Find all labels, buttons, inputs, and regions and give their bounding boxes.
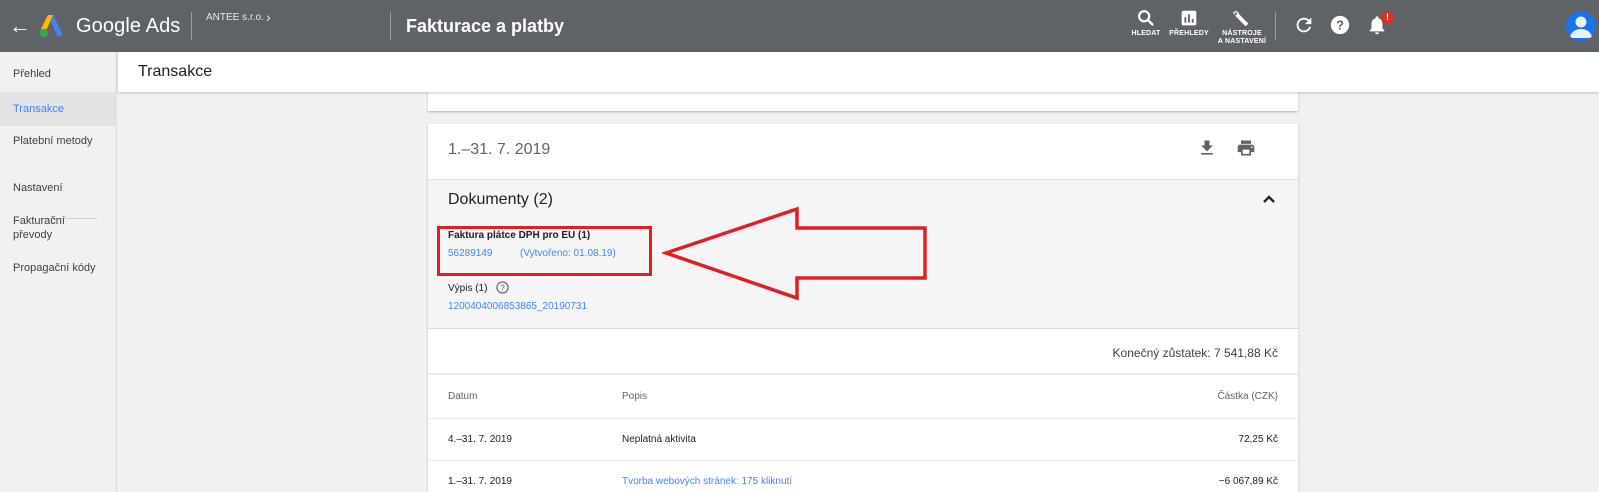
ending-balance: Konečný zůstatek: 7 541,88 Kč [1112, 346, 1278, 360]
table-header: Datum Popis Částka (CZK) [428, 375, 1298, 419]
column-header-description[interactable]: Popis [622, 391, 647, 403]
statement-period: 1.–31. 7. 2019 [448, 141, 551, 158]
documents-title[interactable]: Dokumenty (2) [448, 189, 553, 211]
statement-label: Výpis (1) [448, 283, 488, 294]
svg-text:?: ? [500, 282, 505, 292]
sidebar: Přehled Transakce Platební metody Nastav… [0, 52, 117, 492]
tools-label-line1: NÁSTROJE [1222, 30, 1262, 37]
row-date: 4.–31. 7. 2019 [448, 434, 512, 445]
row-date: 1.–31. 7. 2019 [448, 476, 512, 487]
row-amount: 72,25 Kč [1238, 434, 1278, 445]
search-button[interactable]: HLEDAT [1124, 8, 1168, 38]
search-label: HLEDAT [1131, 30, 1161, 37]
sidebar-item-promo-codes[interactable]: Propagační kódy [0, 261, 117, 275]
statement-card: 1.–31. 7. 2019 Dokumenty (2) Faktura plá… [428, 124, 1298, 492]
avatar[interactable] [1566, 11, 1596, 41]
annotation-highlight-box [437, 226, 652, 276]
sidebar-item-billing-transfers[interactable]: Fakturační převody [0, 214, 117, 242]
print-icon[interactable] [1236, 138, 1256, 158]
svg-text:?: ? [1336, 18, 1344, 33]
row-amount: −6 067,89 Kč [1218, 476, 1278, 487]
search-icon [1138, 10, 1154, 26]
sidebar-item-transactions[interactable]: Transakce [0, 92, 117, 126]
header-divider [390, 12, 391, 40]
annotation-arrow [662, 206, 927, 301]
wrench-icon [1232, 9, 1249, 27]
tools-label-line2: A NASTAVENÍ [1217, 38, 1267, 45]
section-title: Transakce [138, 63, 213, 80]
back-arrow-icon[interactable]: ← [8, 12, 32, 40]
row-description-link[interactable]: Tvorba webových stránek: 175 kliknutí [622, 476, 792, 488]
brand-name[interactable]: Google Ads [76, 13, 180, 39]
table-row: 1.–31. 7. 2019 Tvorba webových stránek: … [428, 461, 1298, 492]
ending-balance-row: Konečný zůstatek: 7 541,88 Kč [428, 329, 1298, 375]
chevron-up-icon[interactable] [1262, 194, 1276, 204]
refresh-icon[interactable] [1293, 14, 1315, 36]
subheader: Transakce [118, 52, 1599, 92]
top-app-bar: ← Google Ads ANTEE s.r.o. › Fakturace a … [0, 0, 1599, 52]
sidebar-item-settings[interactable]: Nastavení [0, 181, 117, 195]
reports-icon [1181, 10, 1197, 26]
column-header-date[interactable]: Datum [448, 391, 477, 403]
header-divider [1275, 12, 1276, 40]
column-header-amount[interactable]: Částka (CZK) [1217, 391, 1278, 403]
google-ads-logo[interactable] [38, 13, 66, 39]
sidebar-item-overview[interactable]: Přehled [0, 67, 117, 81]
download-icon[interactable] [1197, 138, 1217, 158]
sidebar-item-payment-methods[interactable]: Platební metody [0, 134, 117, 148]
chevron-right-icon[interactable]: › [266, 9, 271, 25]
help-icon[interactable]: ? [1329, 14, 1351, 36]
page-title: Fakturace a platby [406, 16, 565, 36]
statement-number-link[interactable]: 1200404006853865_20190731 [448, 301, 587, 313]
previous-statement-card [428, 92, 1298, 111]
user-icon [1570, 16, 1592, 38]
reports-button[interactable]: PŘEHLEDY [1167, 8, 1211, 38]
tools-settings-button[interactable]: NÁSTROJE A NASTAVENÍ [1213, 8, 1271, 46]
header-divider [191, 12, 192, 40]
table-row: 4.–31. 7. 2019 Neplatná aktivita 72,25 K… [428, 419, 1298, 461]
notification-badge[interactable]: ! [1381, 11, 1394, 24]
row-description: Neplatná aktivita [622, 434, 696, 445]
reports-label: PŘEHLEDY [1169, 30, 1209, 37]
help-circle-icon[interactable]: ? [496, 281, 509, 294]
account-selector[interactable]: ANTEE s.r.o. [206, 12, 264, 24]
